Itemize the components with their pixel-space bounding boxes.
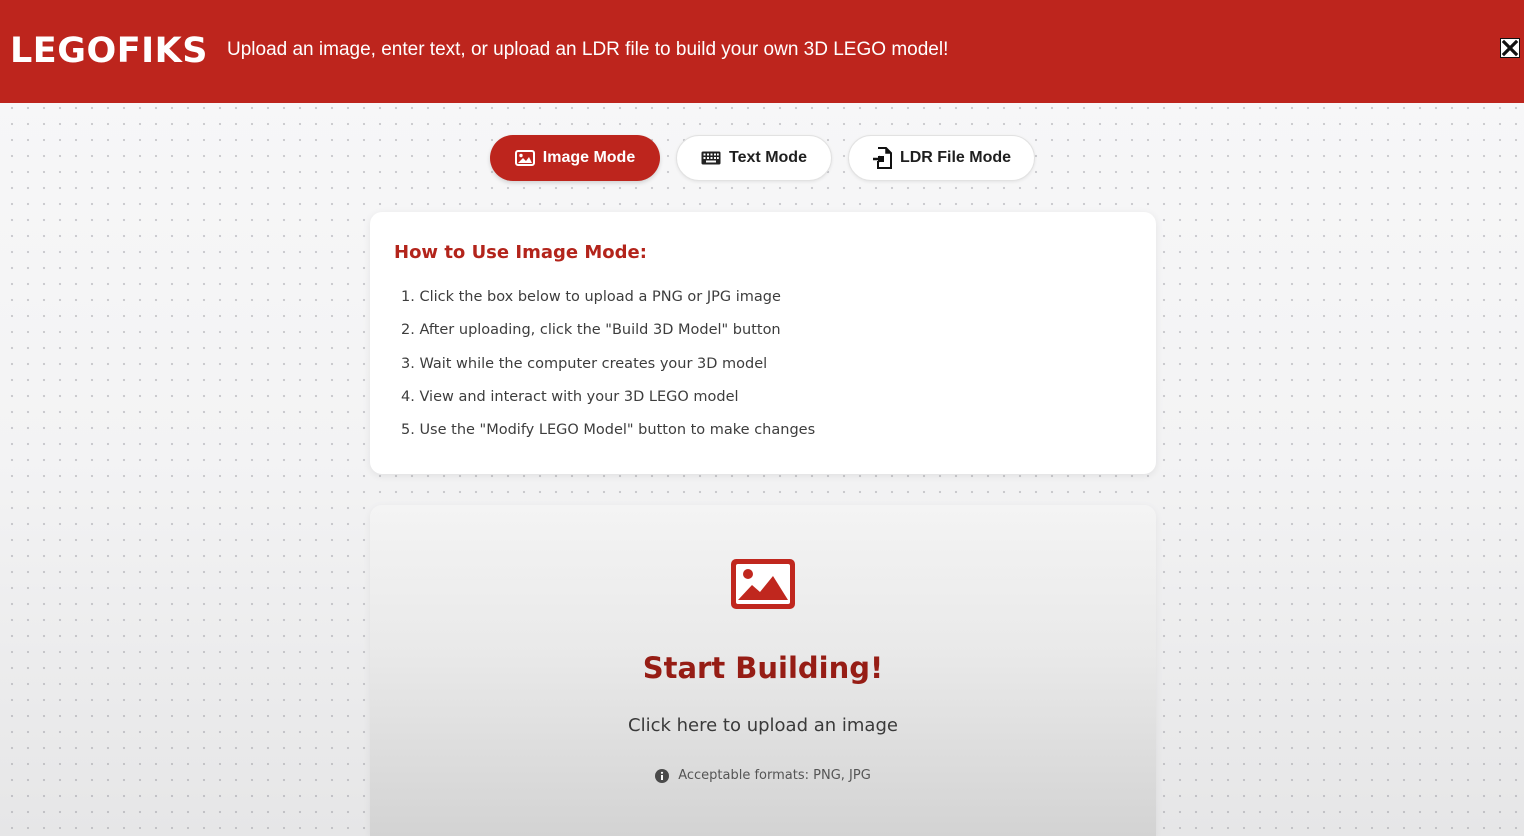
mode-selector: Image Mode Text Mode LDR File Mode <box>0 135 1524 183</box>
instructions-card: How to Use Image Mode: 1. Click the box … <box>370 212 1156 474</box>
info-icon <box>655 768 670 783</box>
image-mode-label: Image Mode <box>542 149 636 166</box>
ldr-file-mode-button[interactable]: LDR File Mode <box>848 135 1035 181</box>
header-tagline: Upload an image, enter text, or upload a… <box>227 39 949 60</box>
instruction-step: 5. Use the "Modify LEGO Model" button to… <box>401 422 816 439</box>
image-icon <box>731 559 795 609</box>
text-mode-button[interactable]: Text Mode <box>676 135 832 181</box>
instruction-step: 2. After uploading, click the "Build 3D … <box>401 322 781 339</box>
instruction-step: 1. Click the box below to upload a PNG o… <box>401 289 781 305</box>
image-icon <box>514 150 535 166</box>
close-button[interactable] <box>1500 38 1520 58</box>
instructions-list: 1. Click the box below to upload a PNG o… <box>401 284 815 450</box>
close-icon <box>1500 38 1520 58</box>
app-header: LEGOFIKS Upload an image, enter text, or… <box>0 0 1524 103</box>
image-upload-dropzone[interactable]: Start Building! Click here to upload an … <box>370 505 1156 836</box>
formats-text: Acceptable formats: PNG, JPG <box>678 768 871 783</box>
keyboard-icon <box>701 151 721 165</box>
upload-subtitle: Click here to upload an image <box>628 715 898 736</box>
ldr-file-mode-label: LDR File Mode <box>899 149 1012 166</box>
upload-title: Start Building! <box>642 651 884 685</box>
file-import-icon <box>872 147 892 169</box>
app-logo: LEGOFIKS <box>10 31 208 71</box>
text-mode-label: Text Mode <box>729 149 807 166</box>
instructions-title: How to Use Image Mode: <box>394 242 647 263</box>
instruction-step: 3. Wait while the computer creates your … <box>401 355 768 372</box>
acceptable-formats: Acceptable formats: PNG, JPG <box>370 768 1156 783</box>
instruction-step: 4. View and interact with your 3D LEGO m… <box>401 388 739 405</box>
image-mode-button[interactable]: Image Mode <box>490 135 660 181</box>
